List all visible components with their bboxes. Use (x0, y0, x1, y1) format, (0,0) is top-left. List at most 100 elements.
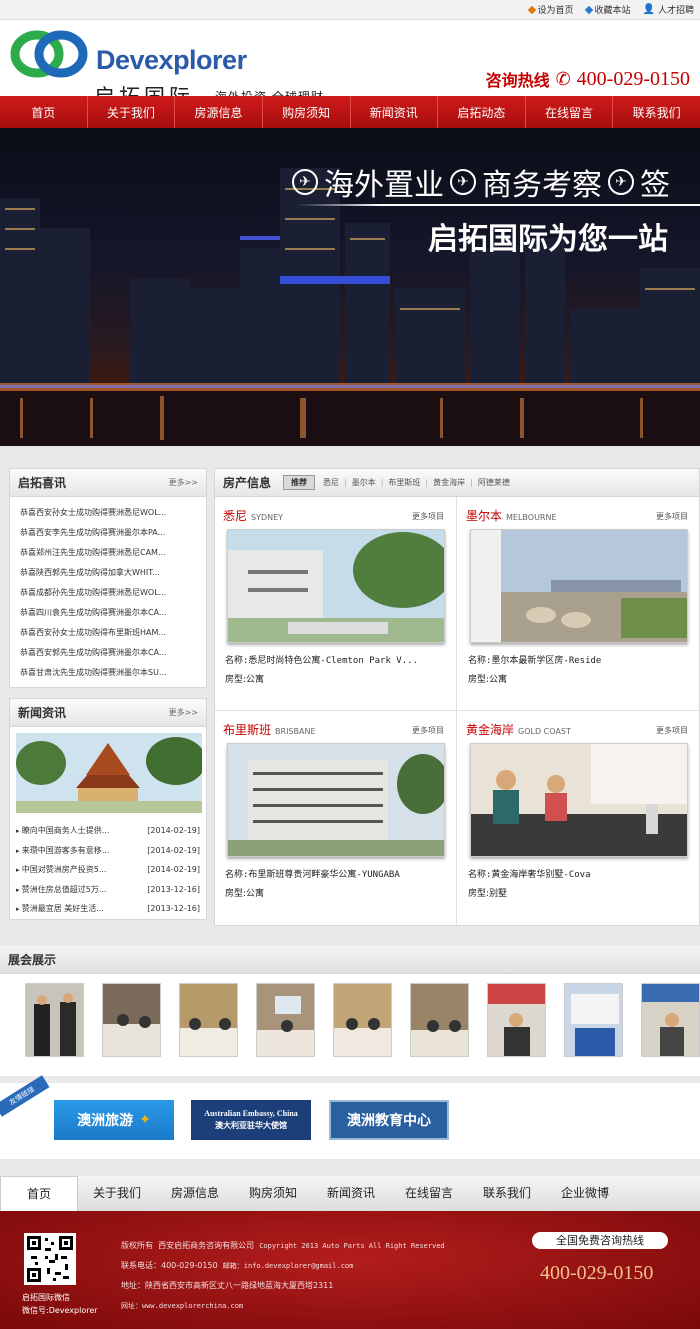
diamond-icon (527, 5, 536, 14)
expo-photo[interactable] (564, 983, 623, 1057)
list-item[interactable]: 恭喜甘肃沈先生成功购得赛洲墨尔本SU... (10, 663, 206, 683)
footer-nav-buying-guide[interactable]: 购房须知 (234, 1176, 312, 1211)
nav-listings[interactable]: 房源信息 (175, 96, 263, 128)
banner-divider (296, 204, 700, 206)
panel-title: 新闻资讯 (18, 706, 67, 720)
expo-photo[interactable] (102, 983, 161, 1057)
top-utility-bar: 设为首页 收藏本站 👤 人才招聘 (0, 0, 700, 20)
set-home-link[interactable]: 设为首页 (527, 3, 574, 16)
tab-adelaide[interactable]: 阿德莱德 (478, 477, 510, 488)
more-link[interactable]: 更多>> (169, 477, 198, 488)
footer-nav-message[interactable]: 在线留言 (390, 1176, 468, 1211)
property-image[interactable] (470, 529, 688, 643)
list-item[interactable]: 恭喜西安郭先生成功购得赛洲墨尔本CA... (10, 643, 206, 663)
news-panel: 新闻资讯 更多>> 瞭向中国商务人士提供...[2014-02-19] 来瓒中国… (9, 698, 207, 920)
property-name: 名称:墨尔本最新学区房-Reside (468, 656, 602, 666)
property-name: 名称:悉尼时尚特色公寓-Clemton Park V... (225, 656, 418, 666)
tab-recommend[interactable]: 推荐 (283, 475, 316, 490)
news-item[interactable]: 瞭向中国商务人士提供...[2014-02-19] (10, 821, 206, 841)
person-icon: 👤 (642, 4, 655, 15)
city-tabs: 推荐 悉尼 | 墨尔本 | 布里斯班 | 黄金海岸 | 阿德莱德 (271, 475, 510, 490)
news-item[interactable]: 来瓒中国游客多有意移...[2014-02-19] (10, 841, 206, 861)
list-item[interactable]: 恭喜成都孙先生成功购得赛洲悉尼WOL... (10, 583, 206, 603)
property-name: 名称:布里斯班尊贵河畔豪华公寓-YUNGABA (225, 870, 400, 880)
property-type: 房型:公寓 (468, 675, 508, 685)
expo-photo[interactable] (179, 983, 238, 1057)
expo-photo[interactable] (256, 983, 315, 1057)
expo-photo[interactable] (641, 983, 700, 1057)
tab-brisbane[interactable]: 布里斯班 (388, 477, 420, 488)
nav-buying-guide[interactable]: 购房须知 (263, 96, 351, 128)
nav-contact[interactable]: 联系我们 (613, 96, 700, 128)
news-item[interactable]: 中国对赞洲房产投资5...[2014-02-19] (10, 860, 206, 880)
property-city: 墨尔本 MELBOURNE (466, 509, 557, 523)
footer-nav-listings[interactable]: 房源信息 (156, 1176, 234, 1211)
more-projects-link[interactable]: 更多项目 (412, 725, 444, 736)
property-panel: 房产信息 推荐 悉尼 | 墨尔本 | 布里斯班 | 黄金海岸 | 阿德莱德 悉尼 SYDN… (214, 468, 700, 926)
property-city: 布里斯班 BRISBANE (223, 723, 316, 737)
main-nav: 首页 关于我们 房源信息 购房须知 新闻资讯 启拓动态 在线留言 联系我们 (0, 96, 700, 128)
nav-about[interactable]: 关于我们 (88, 96, 176, 128)
property-card[interactable]: 布里斯班 BRISBANE 更多项目 名称:布里斯班尊贵河畔豪华公寓-YUNGAB… (215, 711, 457, 925)
qr-caption: 启拓国际微信 微信号:Devexplorer (22, 1293, 98, 1315)
more-projects-link[interactable]: 更多项目 (656, 511, 688, 522)
logo-icon[interactable] (10, 30, 88, 78)
more-link[interactable]: 更多>> (169, 707, 198, 718)
bookmark-link[interactable]: 收藏本站 (584, 3, 631, 16)
news-item[interactable]: 赞洲住房总值超过5万...[2013-12-16] (10, 880, 206, 900)
tab-melbourne[interactable]: 墨尔本 (352, 477, 376, 488)
more-projects-link[interactable]: 更多项目 (656, 725, 688, 736)
hero-banner[interactable]: ✈ 海外置业 ✈ 商务考察 ✈ 签 启拓国际为您一站 (0, 128, 700, 446)
main-content: 启拓喜讯 更多>> 恭喜西安孙女士成功购得赛洲悉尼WOL... 恭喜西安李先生成… (0, 460, 700, 935)
expo-section: 展会展示 (0, 946, 700, 1076)
footer-nav: 首页 关于我们 房源信息 购房须知 新闻资讯 在线留言 联系我们 企业微博 (0, 1176, 700, 1211)
property-image[interactable] (227, 529, 445, 643)
list-item[interactable]: 恭喜西安孙女士成功购得赛洲悉尼WOL... (10, 503, 206, 523)
brand-name-en: Devexplorer (96, 45, 247, 75)
hotline: 咨询热线 ✆ 400-029-0150 (486, 67, 690, 91)
news-thumbnail-image[interactable] (16, 733, 206, 813)
link-education-center[interactable]: 澳洲教育中心 (329, 1100, 449, 1140)
property-city: 悉尼 SYDNEY (223, 509, 284, 523)
tab-gold-coast[interactable]: 黄金海岸 (433, 477, 465, 488)
list-item[interactable]: 恭喜西安孙女士成功购得布里斯班HAM... (10, 623, 206, 643)
expo-photo[interactable] (487, 983, 546, 1057)
hotline-number: 400-029-0150 (576, 67, 690, 90)
property-card[interactable]: 墨尔本 MELBOURNE 更多项目 名称:墨尔本最新学区房-Reside 房型:… (458, 497, 700, 711)
list-item[interactable]: 恭喜陕西郭先生成功购得加拿大WHIT... (10, 563, 206, 583)
property-image[interactable] (227, 743, 445, 857)
phone-icon: ✆ (555, 68, 571, 90)
expo-photo[interactable] (410, 983, 469, 1057)
footer-nav-home[interactable]: 首页 (0, 1176, 78, 1211)
nav-updates[interactable]: 启拓动态 (438, 96, 526, 128)
footer-nav-news[interactable]: 新闻资讯 (312, 1176, 390, 1211)
wechat-qr-code (24, 1233, 76, 1285)
footer-nav-about[interactable]: 关于我们 (78, 1176, 156, 1211)
property-card[interactable]: 黄金海岸 GOLD COAST 更多项目 名称:黄金海岸奢华别墅-Cova 房型:… (458, 711, 700, 925)
footer-nav-weibo[interactable]: 企业微博 (546, 1176, 624, 1211)
list-item[interactable]: 恭喜郑州汪先生成功购得赛洲悉尼CAM... (10, 543, 206, 563)
panel-header: 新闻资讯 更多>> (10, 699, 206, 727)
link-australian-embassy[interactable]: Australian Embassy, China 澳大利亚驻华大使馆 (191, 1100, 311, 1140)
property-image[interactable] (470, 743, 688, 857)
nav-home[interactable]: 首页 (0, 96, 88, 128)
nav-message[interactable]: 在线留言 (526, 96, 614, 128)
tab-sydney[interactable]: 悉尼 (323, 477, 339, 488)
jobs-link[interactable]: 👤 人才招聘 (643, 3, 694, 16)
footer-hotline-number: 400-029-0150 (540, 1262, 654, 1284)
expo-photo[interactable] (333, 983, 392, 1057)
plane-icon: ✈ (608, 169, 634, 195)
link-australia-travel[interactable]: 澳洲旅游 ✦ (54, 1100, 174, 1140)
kangaroo-icon: ✦ (139, 1112, 151, 1128)
property-card[interactable]: 悉尼 SYDNEY 更多项目 名称:悉尼时尚特色公寓-Clemton Park V… (215, 497, 457, 711)
property-name: 名称:黄金海岸奢华别墅-Cova (468, 870, 591, 880)
expo-photo[interactable] (25, 983, 84, 1057)
nav-news[interactable]: 新闻资讯 (351, 96, 439, 128)
list-item[interactable]: 恭喜西安李先生成功购得赛洲墨尔本PA... (10, 523, 206, 543)
list-item[interactable]: 恭喜四川袁先生成功购得赛洲墨尔本CA... (10, 603, 206, 623)
property-type: 房型:公寓 (225, 889, 265, 899)
property-type: 房型:别墅 (468, 889, 508, 899)
news-item[interactable]: 赞洲最宜居 美好生活...[2013-12-16] (10, 899, 206, 919)
more-projects-link[interactable]: 更多项目 (412, 511, 444, 522)
footer-nav-contact[interactable]: 联系我们 (468, 1176, 546, 1211)
